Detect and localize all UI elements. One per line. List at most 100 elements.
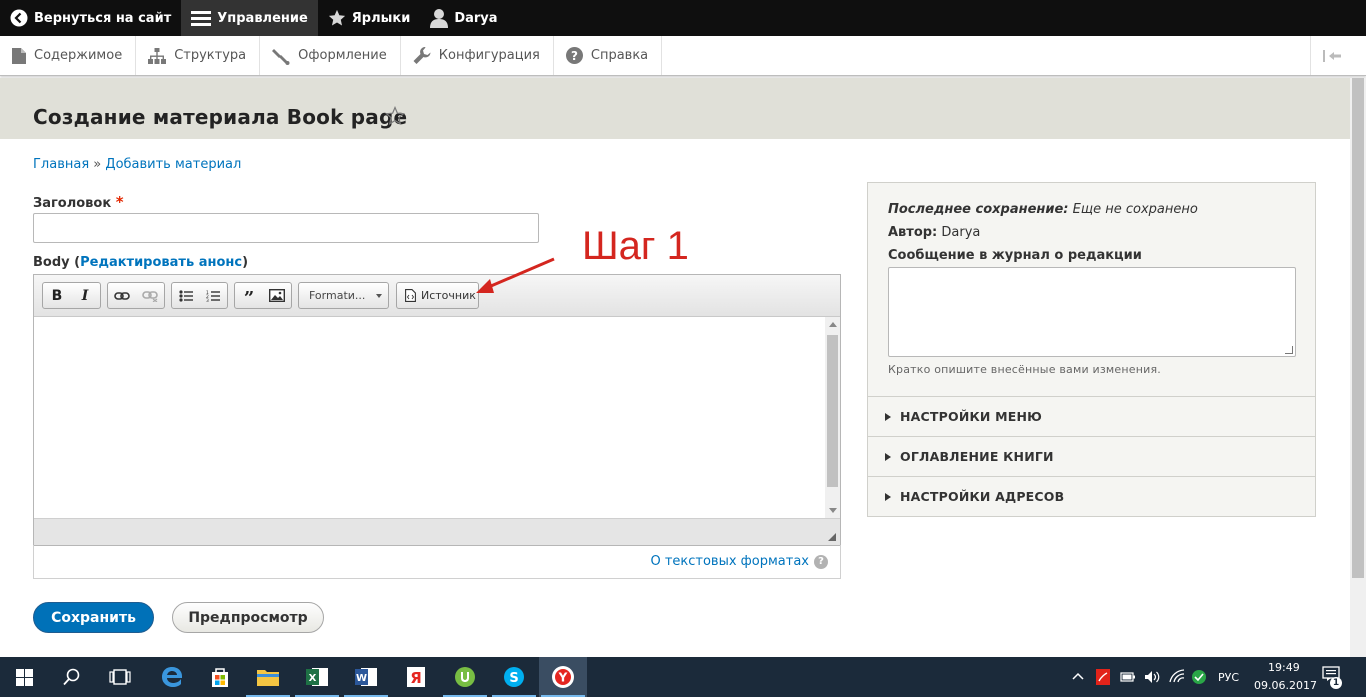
- taskbar-skype[interactable]: S: [490, 657, 538, 697]
- text-formats-link[interactable]: О текстовых форматах ?: [650, 554, 828, 569]
- page-scrollbar[interactable]: [1350, 78, 1366, 658]
- wifi-icon[interactable]: [1169, 669, 1185, 683]
- italic-button[interactable]: I: [71, 283, 99, 308]
- taskbar-utorrent[interactable]: [441, 657, 489, 697]
- url-alias-toggle[interactable]: НАСТРОЙКИ АДРЕСОВ: [868, 476, 1315, 516]
- bulleted-list-button[interactable]: [172, 283, 200, 308]
- edit-summary-link[interactable]: Редактировать анонс: [80, 255, 242, 270]
- section-label: НАСТРОЙКИ АДРЕСОВ: [900, 489, 1065, 504]
- excel-icon: X: [306, 668, 328, 686]
- task-view-button[interactable]: [96, 657, 144, 697]
- tray-item-appearance[interactable]: Оформление: [260, 36, 401, 75]
- user-label: Darya: [454, 10, 498, 26]
- scroll-up-icon[interactable]: [829, 322, 837, 327]
- step-annotation-text: Шаг 1: [582, 224, 689, 268]
- taskbar-explorer[interactable]: [244, 657, 292, 697]
- paintbrush-icon: [272, 48, 290, 65]
- yandex-icon: Я: [407, 667, 425, 687]
- star-filled-icon: [328, 9, 345, 26]
- step-annotation: Шаг 1: [562, 222, 712, 274]
- tray-item-label: Оформление: [298, 48, 387, 63]
- manage-menu-tab[interactable]: Управление: [181, 0, 318, 36]
- clock-time[interactable]: 19:49: [1268, 661, 1300, 674]
- body-field-label: Body (Редактировать анонс): [33, 255, 249, 270]
- chevron-up-icon[interactable]: [1072, 672, 1084, 680]
- back-to-site-label: Вернуться на сайт: [34, 10, 172, 26]
- action-center-button[interactable]: 1: [1322, 666, 1346, 689]
- taskbar-word[interactable]: W: [342, 657, 390, 697]
- clock-date[interactable]: 09.06.2017: [1254, 679, 1317, 692]
- resize-grip-icon[interactable]: [1285, 346, 1293, 354]
- store-icon: [212, 668, 228, 687]
- svg-text:Я: Я: [410, 669, 422, 687]
- unlink-button[interactable]: [136, 283, 164, 308]
- volume-icon[interactable]: [1144, 670, 1162, 684]
- author-line: Автор: Darya: [888, 225, 980, 240]
- tray-item-structure[interactable]: Структура: [136, 36, 261, 75]
- blockquote-button[interactable]: ”: [235, 283, 263, 309]
- svg-text:3: 3: [206, 298, 209, 302]
- breadcrumb-current-link[interactable]: Добавить материал: [105, 157, 241, 172]
- search-button[interactable]: [48, 657, 96, 697]
- tray-item-help[interactable]: ? Справка: [554, 36, 663, 75]
- page-scrollbar-thumb[interactable]: [1352, 78, 1364, 578]
- pdf-tray-icon[interactable]: [1096, 669, 1110, 685]
- italic-icon: I: [81, 287, 89, 304]
- utorrent-icon: [455, 667, 475, 687]
- breadcrumb-home-link[interactable]: Главная: [33, 157, 89, 172]
- blockquote-icon: ”: [243, 288, 255, 309]
- user-tab[interactable]: Darya: [420, 0, 507, 36]
- editor-toolbar: B I 123 ” Formatи... Источник: [34, 275, 840, 317]
- tray-item-label: Содержимое: [34, 48, 123, 63]
- body-label-text: Body: [33, 255, 70, 270]
- menu-settings-toggle[interactable]: НАСТРОЙКИ МЕНЮ: [868, 396, 1315, 436]
- tray-item-configuration[interactable]: Конфигурация: [401, 36, 554, 75]
- editor-scrollbar-thumb[interactable]: [827, 335, 838, 487]
- taskbar-yandex[interactable]: Я: [392, 657, 440, 697]
- shortcuts-label: Ярлыки: [351, 10, 411, 26]
- image-button[interactable]: [263, 283, 291, 308]
- source-button[interactable]: Источник: [396, 282, 479, 309]
- format-dropdown[interactable]: Formatи...: [298, 282, 389, 309]
- revision-log-textarea[interactable]: [888, 267, 1296, 357]
- book-outline-toggle[interactable]: ОГЛАВЛЕНИЕ КНИГИ: [868, 436, 1315, 476]
- last-saved-value: Еще не сохранено: [1072, 202, 1198, 217]
- start-button[interactable]: [0, 657, 48, 697]
- tray-orientation-toggle[interactable]: [1310, 36, 1352, 75]
- resize-grip-icon[interactable]: [828, 533, 836, 541]
- taskbar-edge[interactable]: [148, 657, 196, 697]
- file-icon: [12, 47, 26, 64]
- tray-item-label: Структура: [174, 48, 247, 63]
- taskbar-store[interactable]: [196, 657, 244, 697]
- author-value: Darya: [941, 225, 981, 240]
- shortcuts-tab[interactable]: Ярлыки: [318, 0, 421, 36]
- save-button[interactable]: Сохранить: [33, 602, 154, 633]
- triangle-right-icon: [885, 452, 891, 461]
- scroll-down-icon[interactable]: [829, 508, 837, 513]
- taskbar-yandex-browser[interactable]: Y: [539, 657, 587, 697]
- link-button[interactable]: [108, 283, 136, 308]
- editor-content-area[interactable]: [34, 317, 840, 518]
- tray-item-content[interactable]: Содержимое: [0, 36, 137, 75]
- triangle-right-icon: [885, 492, 891, 501]
- back-arrow-icon: [10, 9, 28, 27]
- sync-icon[interactable]: [1191, 669, 1207, 685]
- unlink-icon: [142, 290, 158, 302]
- bold-button[interactable]: B: [43, 283, 71, 308]
- edge-icon: [162, 667, 182, 687]
- svg-text:X: X: [309, 673, 317, 684]
- taskbar-excel[interactable]: X: [293, 657, 341, 697]
- author-label: Автор:: [888, 225, 938, 240]
- editor-scrollbar[interactable]: [825, 317, 840, 518]
- editor-status-bar: [34, 518, 840, 545]
- back-to-site-link[interactable]: Вернуться на сайт: [0, 0, 181, 36]
- svg-text:S: S: [509, 671, 518, 686]
- battery-icon: [1120, 672, 1135, 682]
- language-indicator[interactable]: РУС: [1218, 671, 1239, 684]
- shortcut-star-icon[interactable]: [385, 106, 405, 126]
- preview-button[interactable]: Предпросмотр: [172, 602, 324, 633]
- title-field-label: Заголовок *: [33, 193, 124, 211]
- title-input[interactable]: [33, 213, 539, 243]
- section-label: ОГЛАВЛЕНИЕ КНИГИ: [900, 449, 1054, 464]
- numbered-list-button[interactable]: 123: [200, 283, 228, 308]
